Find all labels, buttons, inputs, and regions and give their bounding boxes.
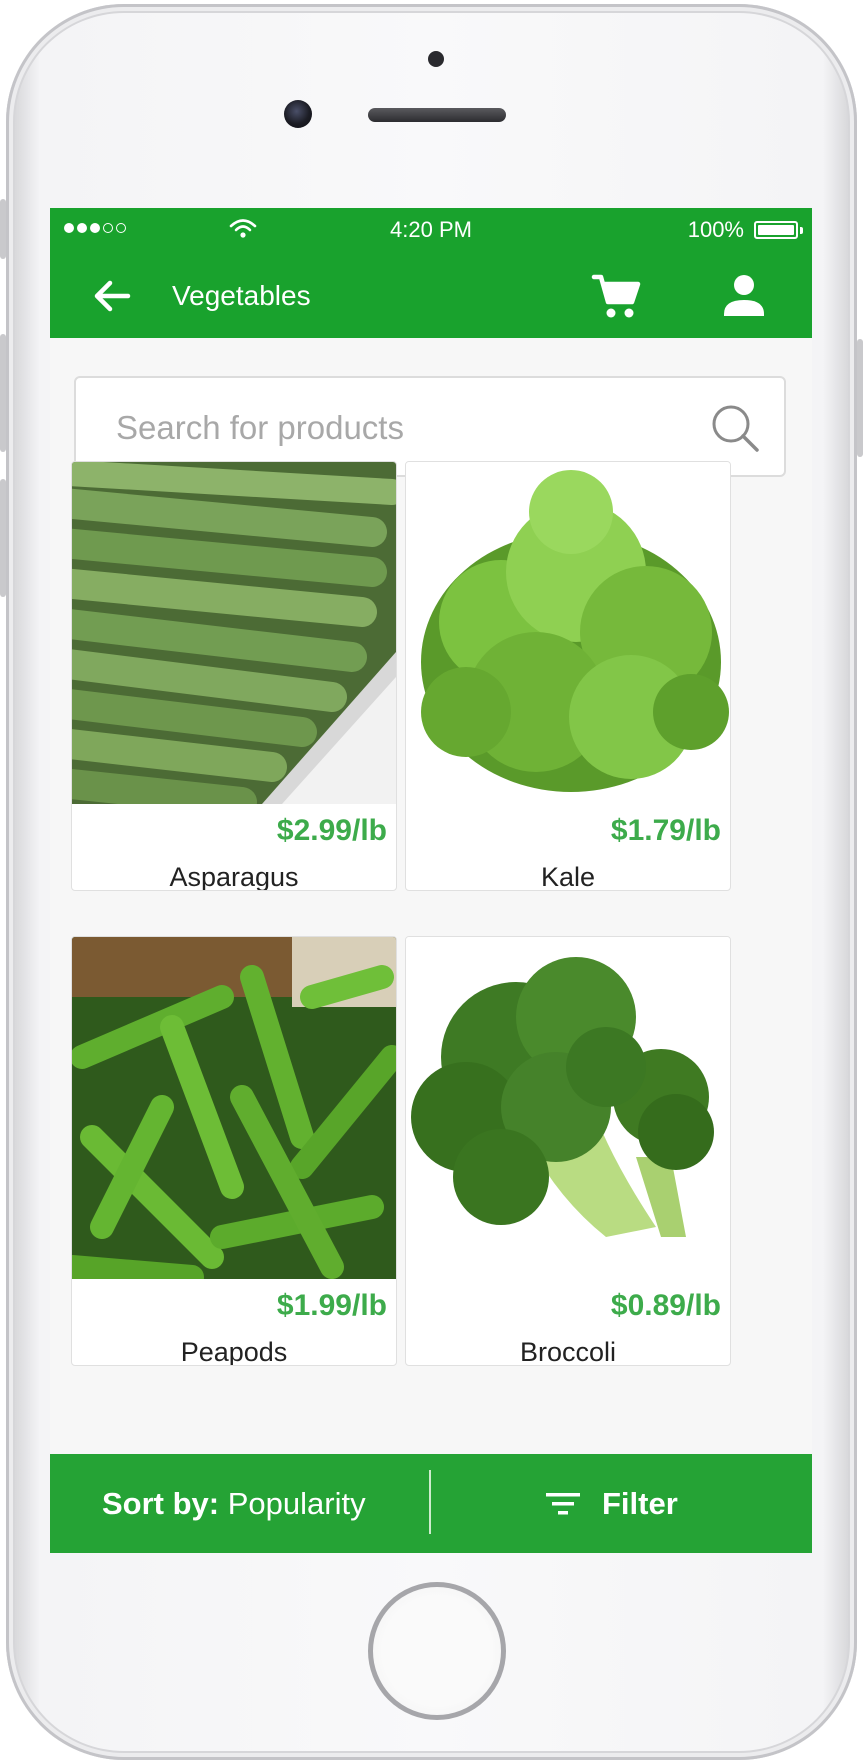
page-title: Vegetables [172,280,311,311]
kale-image [406,462,730,804]
mute-switch [0,199,6,259]
back-arrow-icon[interactable] [88,272,136,320]
product-name: Broccoli [519,1337,617,1366]
product-name: Asparagus [169,862,299,891]
product-price: $2.99/lb [276,814,387,847]
product-price: $0.89/lb [610,1289,721,1322]
app-bar: Vegetables [50,252,812,338]
product-card-asparagus[interactable]: $2.99/lb Asparagus [71,461,397,891]
volume-down-button [0,479,6,597]
home-button[interactable] [368,1582,506,1720]
search-input[interactable] [116,406,676,450]
product-name: Peapods [180,1337,288,1366]
sort-button[interactable]: Sort by: Popularity [102,1486,366,1522]
filter-lines-icon [546,1493,580,1515]
filter-button[interactable]: Filter [546,1480,678,1528]
battery-icon [754,221,798,239]
product-card-broccoli[interactable]: $0.89/lb Broccoli [405,936,731,1366]
person-icon[interactable] [718,270,770,322]
peapods-image [72,937,396,1279]
product-card-kale[interactable]: $1.79/lb Kale [405,461,731,891]
status-bar: 4:20 PM 100% [50,208,812,252]
filter-label: Filter [602,1486,678,1521]
asparagus-image [72,462,396,804]
product-price: $1.99/lb [276,1289,387,1322]
app-screen: 4:20 PM 100% Vegetables Search for produ… [50,208,812,1553]
power-button [857,339,863,457]
shopping-cart-icon[interactable] [590,270,642,322]
product-price: $1.79/lb [610,814,721,847]
search-icon[interactable] [710,403,762,455]
broccoli-image [406,937,730,1279]
battery-percentage: 100% [687,217,744,242]
product-name: Kale [540,862,596,891]
front-camera [284,100,312,128]
volume-up-button [0,334,6,452]
proximity-sensor [428,51,444,67]
bar-divider [429,1470,431,1534]
product-card-peapods[interactable]: $1.99/lb Peapods [71,936,397,1366]
earpiece-speaker [368,108,506,122]
sort-value: Popularity [227,1486,366,1521]
battery-tip [800,227,803,234]
sort-label: Sort by: [102,1486,220,1521]
bottom-action-bar: Sort by: Popularity Filter [50,1454,812,1553]
